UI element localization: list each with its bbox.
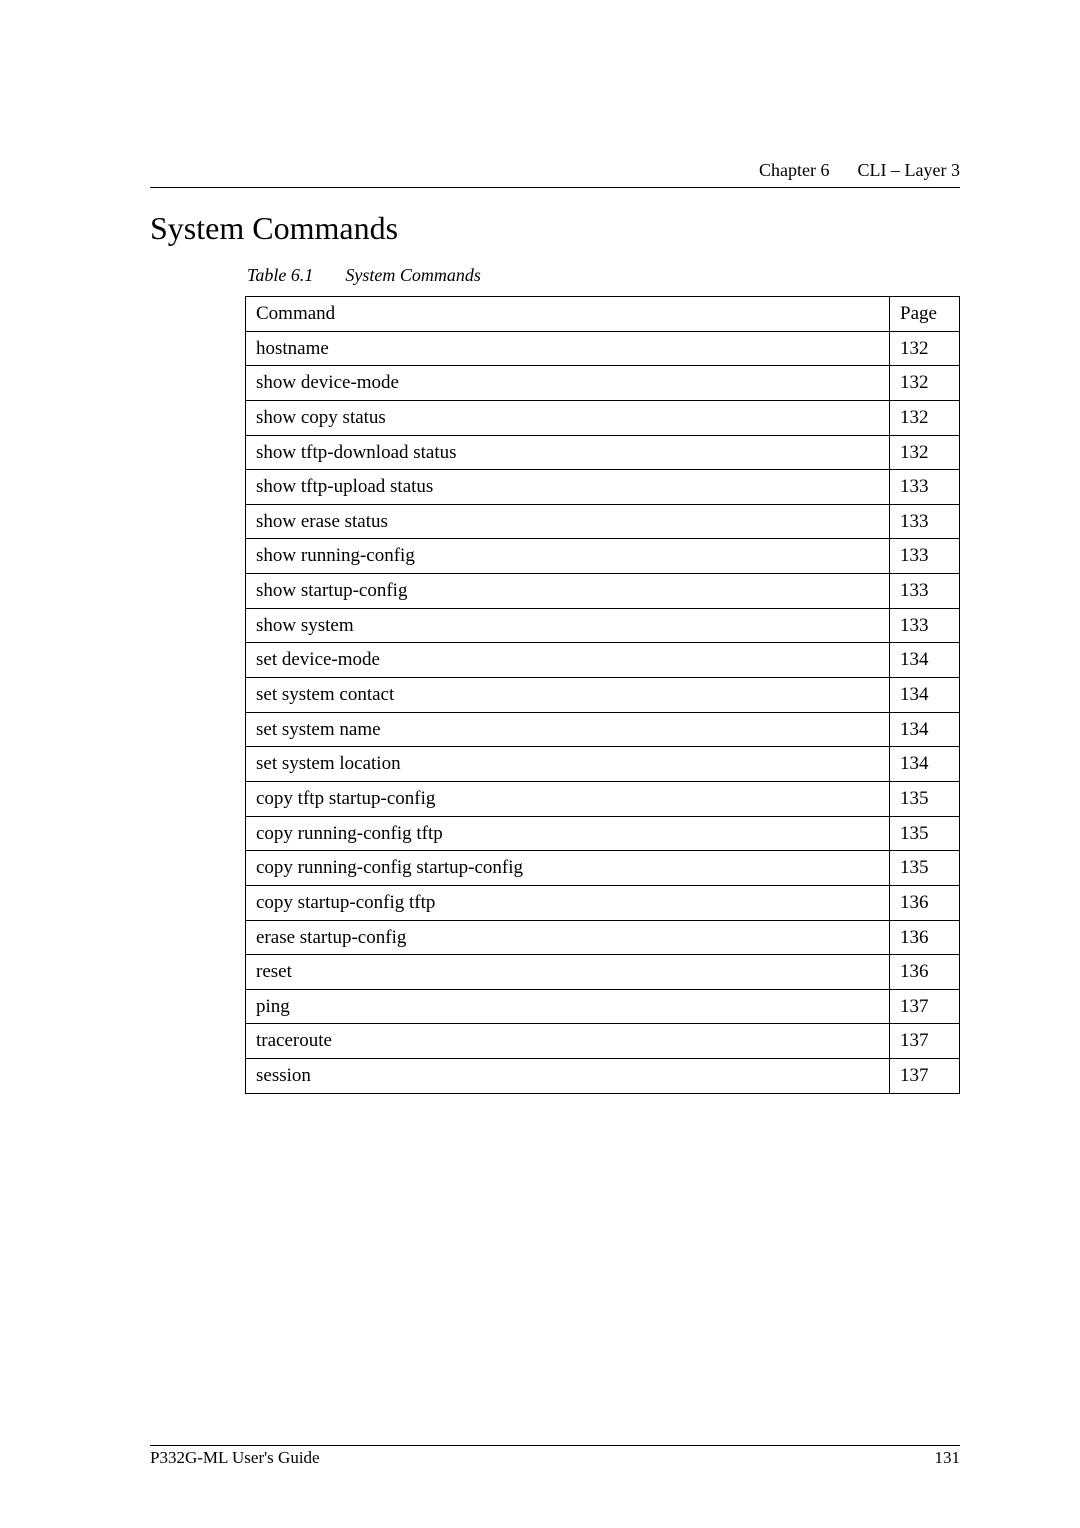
command-cell: copy tftp startup-config <box>246 781 890 816</box>
command-cell: reset <box>246 955 890 990</box>
command-cell: show system <box>246 608 890 643</box>
page-cell: 133 <box>890 574 960 609</box>
page-cell: 136 <box>890 955 960 990</box>
table-row: show erase status133 <box>246 504 960 539</box>
table-row: reset136 <box>246 955 960 990</box>
table-row: show running-config133 <box>246 539 960 574</box>
command-cell: set system contact <box>246 678 890 713</box>
footer-page-number: 131 <box>935 1448 961 1468</box>
command-cell: set device-mode <box>246 643 890 678</box>
page-cell: 137 <box>890 1059 960 1094</box>
page-cell: 137 <box>890 1024 960 1059</box>
col-page: Page <box>890 297 960 332</box>
page-cell: 133 <box>890 504 960 539</box>
page-cell: 133 <box>890 470 960 505</box>
table-caption-label: Table 6.1 <box>247 265 313 285</box>
header-rule <box>150 187 960 188</box>
col-command: Command <box>246 297 890 332</box>
command-cell: copy running-config tftp <box>246 816 890 851</box>
chapter-title: CLI – Layer 3 <box>858 160 960 180</box>
page-footer: P332G-ML User's Guide 131 <box>150 1445 960 1468</box>
command-cell: hostname <box>246 331 890 366</box>
page-cell: 134 <box>890 643 960 678</box>
table-row: show system133 <box>246 608 960 643</box>
footer-doc-title: P332G-ML User's Guide <box>150 1448 320 1468</box>
table-row: show tftp-download status132 <box>246 435 960 470</box>
command-cell: show copy status <box>246 400 890 435</box>
page-cell: 133 <box>890 608 960 643</box>
page-cell: 134 <box>890 747 960 782</box>
table-row: erase startup-config136 <box>246 920 960 955</box>
table-row: copy running-config startup-config135 <box>246 851 960 886</box>
table-row: set system contact134 <box>246 678 960 713</box>
command-cell: session <box>246 1059 890 1094</box>
chapter-header: Chapter 6 CLI – Layer 3 <box>150 160 960 181</box>
command-cell: traceroute <box>246 1024 890 1059</box>
table-caption-title: System Commands <box>345 265 481 285</box>
page-cell: 137 <box>890 989 960 1024</box>
command-cell: show running-config <box>246 539 890 574</box>
table-row: session137 <box>246 1059 960 1094</box>
page-cell: 134 <box>890 712 960 747</box>
page-cell: 133 <box>890 539 960 574</box>
table-header-row: Command Page <box>246 297 960 332</box>
page-cell: 132 <box>890 366 960 401</box>
table-row: show copy status132 <box>246 400 960 435</box>
table-row: show tftp-upload status133 <box>246 470 960 505</box>
page-cell: 135 <box>890 851 960 886</box>
table-row: traceroute137 <box>246 1024 960 1059</box>
page-cell: 135 <box>890 816 960 851</box>
table-row: copy running-config tftp135 <box>246 816 960 851</box>
page-cell: 134 <box>890 678 960 713</box>
footer-rule <box>150 1445 960 1446</box>
page-cell: 132 <box>890 331 960 366</box>
command-cell: erase startup-config <box>246 920 890 955</box>
table-row: copy startup-config tftp136 <box>246 885 960 920</box>
section-heading: System Commands <box>150 210 960 247</box>
table-row: set system location134 <box>246 747 960 782</box>
command-cell: copy startup-config tftp <box>246 885 890 920</box>
command-cell: show startup-config <box>246 574 890 609</box>
table-row: copy tftp startup-config135 <box>246 781 960 816</box>
command-cell: show device-mode <box>246 366 890 401</box>
table-caption: Table 6.1 System Commands <box>247 265 960 286</box>
table-row: show device-mode132 <box>246 366 960 401</box>
command-cell: set system location <box>246 747 890 782</box>
command-cell: copy running-config startup-config <box>246 851 890 886</box>
page-cell: 132 <box>890 435 960 470</box>
table-row: ping137 <box>246 989 960 1024</box>
page-cell: 135 <box>890 781 960 816</box>
command-cell: show tftp-upload status <box>246 470 890 505</box>
command-cell: set system name <box>246 712 890 747</box>
page-cell: 136 <box>890 885 960 920</box>
commands-table: Command Page hostname132show device-mode… <box>245 296 960 1094</box>
page-cell: 136 <box>890 920 960 955</box>
table-row: set device-mode134 <box>246 643 960 678</box>
command-cell: show tftp-download status <box>246 435 890 470</box>
command-cell: ping <box>246 989 890 1024</box>
command-cell: show erase status <box>246 504 890 539</box>
page-cell: 132 <box>890 400 960 435</box>
table-row: show startup-config133 <box>246 574 960 609</box>
table-row: set system name134 <box>246 712 960 747</box>
chapter-label: Chapter 6 <box>759 160 829 180</box>
table-row: hostname132 <box>246 331 960 366</box>
